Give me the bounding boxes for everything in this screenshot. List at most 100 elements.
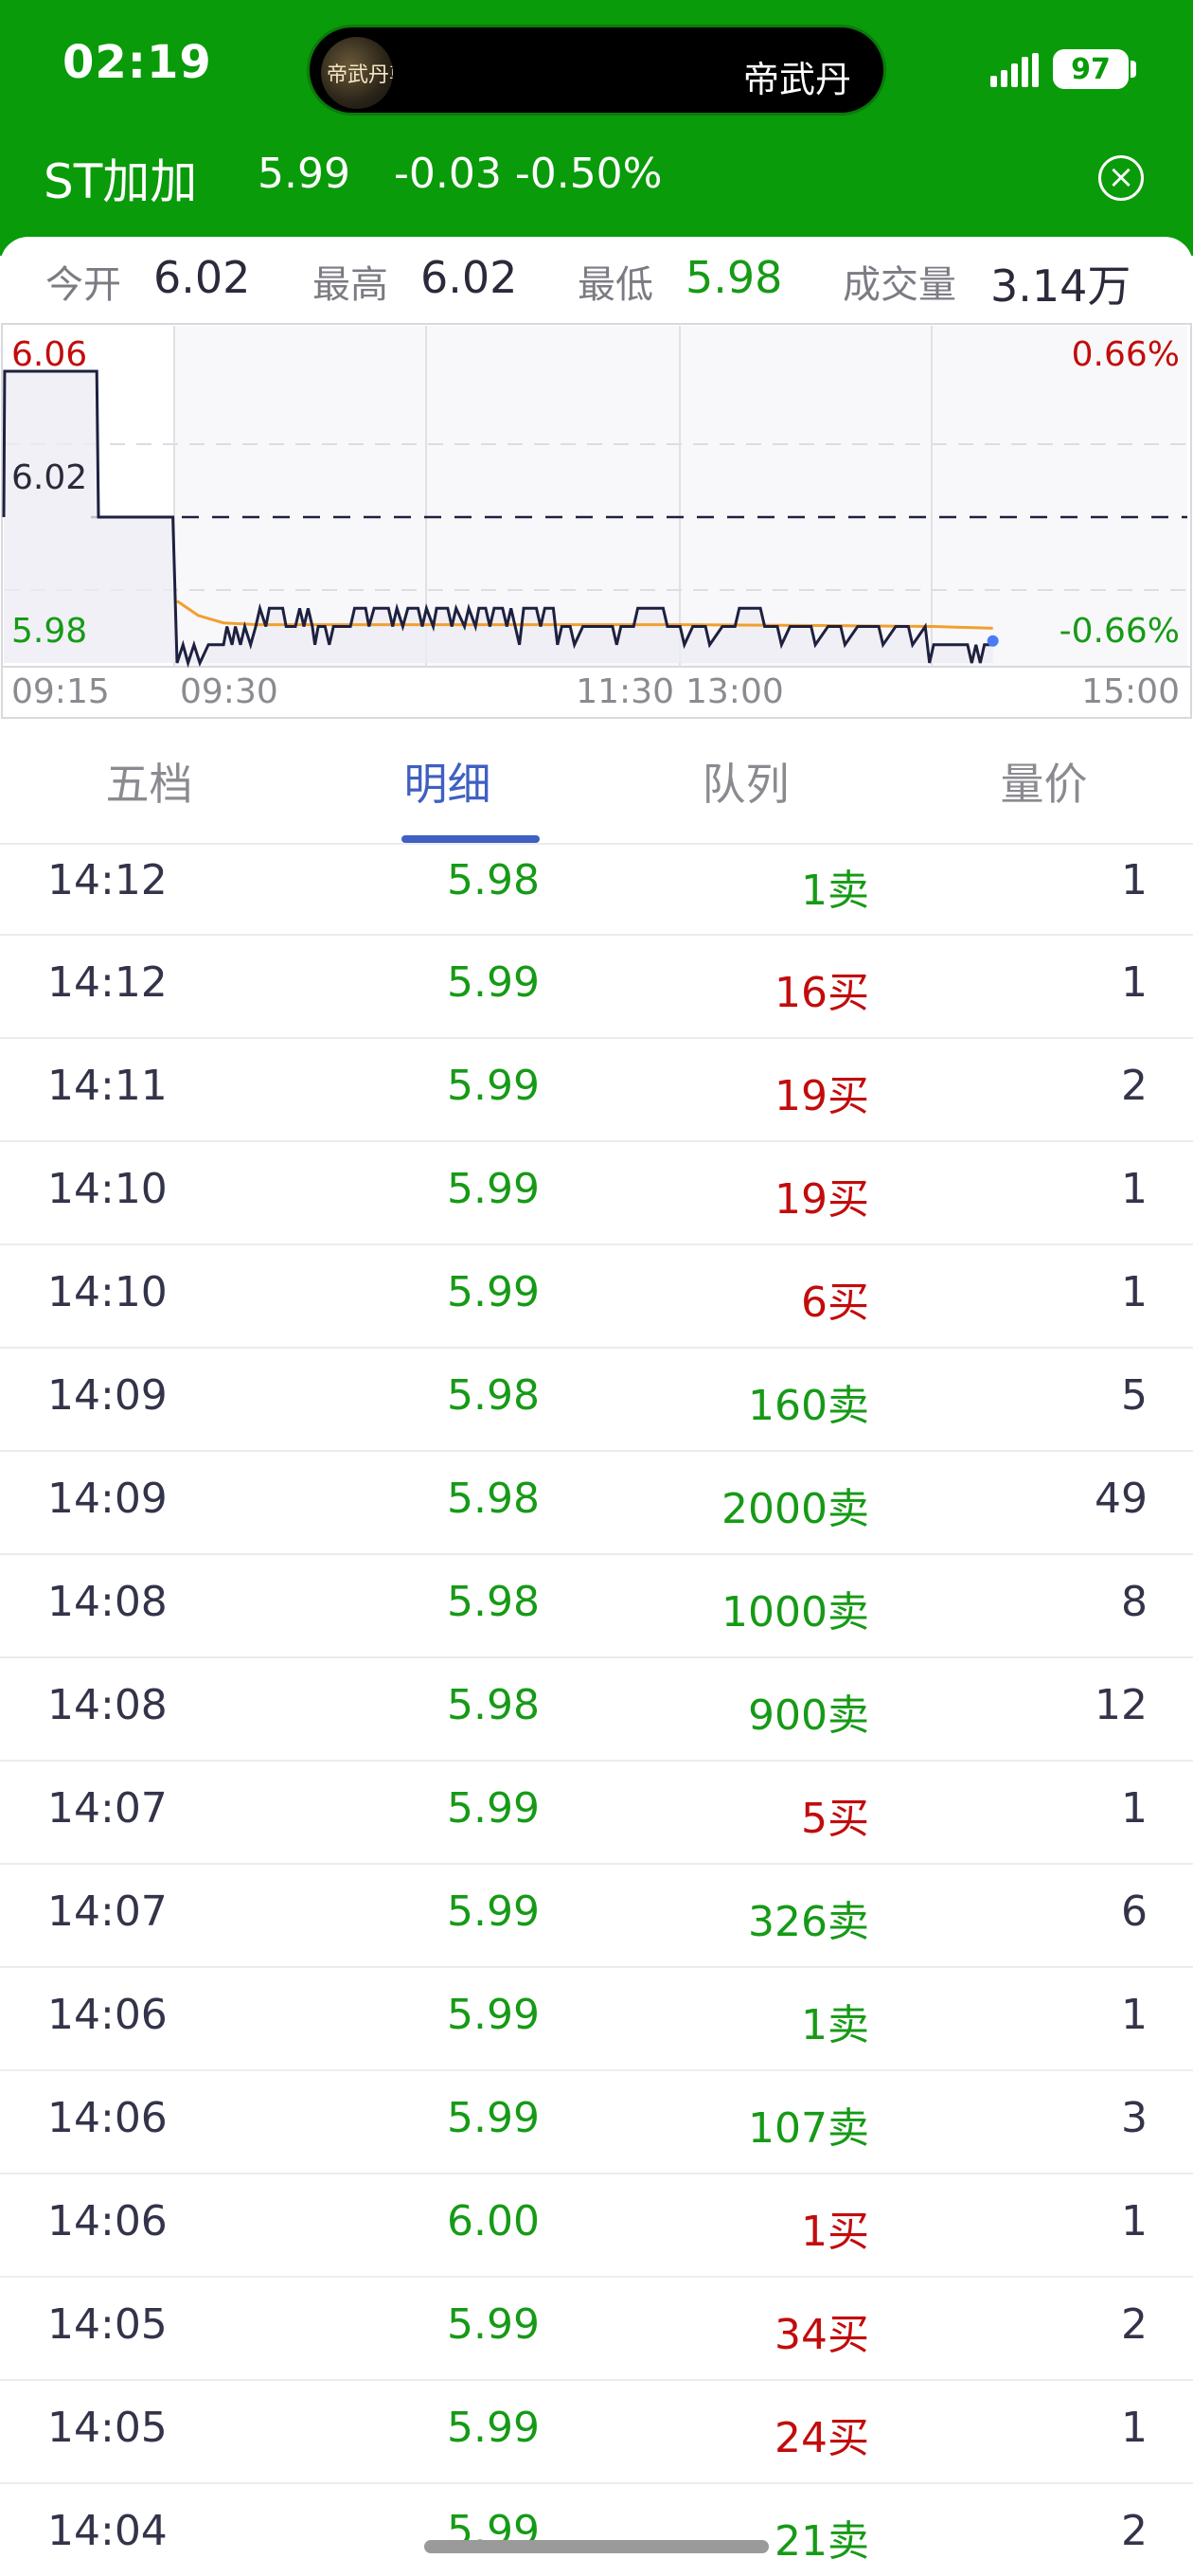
chart-ylabel-high: 6.06 <box>11 335 87 374</box>
trade-row: 14:06 5.99 107卖 3 <box>0 2071 1193 2174</box>
active-tab-indicator <box>401 835 540 843</box>
chart-ylabel-ref: 6.02 <box>11 458 87 497</box>
trade-time: 14:12 <box>47 958 168 1007</box>
trade-time: 14:10 <box>47 1165 168 1213</box>
trade-count: 8 <box>1121 1578 1148 1626</box>
trade-list[interactable]: 14:12 5.98 1卖 1 14:12 5.99 16买 1 14:11 5.99 19买 2 14… <box>0 845 1193 2576</box>
tab-details[interactable]: 明细 <box>298 750 596 813</box>
trade-count: 3 <box>1121 2094 1148 2142</box>
tab-queue[interactable]: 队列 <box>596 750 895 813</box>
stats-bar: 今开 6.02 最高 6.02 最低 5.98 成交量 3.14万 <box>0 244 1193 320</box>
trade-price: 5.98 <box>447 856 540 904</box>
trade-row: 14:08 5.98 900卖 12 <box>0 1658 1193 1762</box>
dynamic-island[interactable]: 帝武丹尊 帝武丹 <box>307 25 886 116</box>
trade-price: 5.99 <box>447 2094 540 2142</box>
trade-time: 14:09 <box>47 1371 168 1420</box>
trade-count: 49 <box>1095 1475 1148 1523</box>
trade-row: 14:06 6.00 1买 1 <box>0 2174 1193 2278</box>
chart-xlabel: 09:30 <box>180 672 278 711</box>
trade-volume: 160卖 <box>748 1382 869 1430</box>
trade-time: 14:12 <box>47 856 168 904</box>
trade-price: 5.99 <box>447 958 540 1007</box>
trade-price: 5.98 <box>447 1578 540 1626</box>
detail-tabs: 五档 明细 队列 量价 <box>0 739 1193 845</box>
close-circle-icon[interactable]: × <box>1098 155 1144 201</box>
trade-volume: 34买 <box>775 2311 869 2359</box>
trade-count: 1 <box>1121 1991 1148 2039</box>
trade-price: 5.99 <box>447 2300 540 2349</box>
battery-tip <box>1131 61 1136 78</box>
trade-row: 14:10 5.99 6买 1 <box>0 1245 1193 1349</box>
album-art-icon: 帝武丹尊 <box>321 37 393 109</box>
trade-volume: 1000卖 <box>721 1588 869 1637</box>
trade-price: 5.99 <box>447 1062 540 1110</box>
stat-value-low: 5.98 <box>686 252 783 303</box>
trade-volume: 16买 <box>775 969 869 1017</box>
tab-five-levels[interactable]: 五档 <box>0 750 298 813</box>
trade-volume: 24买 <box>775 2414 869 2462</box>
trade-row: 14:08 5.98 1000卖 8 <box>0 1555 1193 1658</box>
stat-label-high: 最高 <box>312 263 388 307</box>
chart-xlabel: 09:15 <box>11 672 110 711</box>
trade-count: 1 <box>1121 1268 1148 1316</box>
trade-price: 5.98 <box>447 1681 540 1729</box>
trade-volume: 5买 <box>801 1795 869 1843</box>
stock-price: 5.99 <box>258 150 350 198</box>
trade-price: 5.98 <box>447 1475 540 1523</box>
signal-icon <box>990 53 1039 87</box>
trade-count: 6 <box>1121 1887 1148 1936</box>
chart-ylabel-low: 5.98 <box>11 612 87 651</box>
stat-label-open: 今开 <box>45 263 121 307</box>
app-header: 02:19 帝武丹尊 帝武丹 97 ST加加 5.99 -0.03 -0.50%… <box>0 0 1193 256</box>
intraday-chart[interactable]: 6.06 6.02 5.98 0.66% -0.66% 09:15 09:30 11:30 13… <box>0 322 1193 720</box>
trade-time: 14:06 <box>47 2197 168 2245</box>
trade-row: 14:06 5.99 1卖 1 <box>0 1968 1193 2071</box>
trade-time: 14:07 <box>47 1784 168 1833</box>
trade-time: 14:04 <box>47 2507 168 2555</box>
trade-row: 14:05 5.99 24买 1 <box>0 2381 1193 2484</box>
trade-time: 14:09 <box>47 1475 168 1523</box>
trade-count: 1 <box>1121 1784 1148 1833</box>
trade-count: 1 <box>1121 1165 1148 1213</box>
stock-change: -0.03 -0.50% <box>394 150 663 198</box>
stat-label-volume: 成交量 <box>843 263 956 307</box>
trade-row: 14:11 5.99 19买 2 <box>0 1039 1193 1142</box>
stat-value-volume: 3.14万 <box>990 260 1131 312</box>
trade-price: 5.99 <box>447 1165 540 1213</box>
trade-volume: 326卖 <box>748 1898 869 1946</box>
trade-volume: 900卖 <box>748 1691 869 1740</box>
trade-volume: 19买 <box>775 1175 869 1224</box>
chart-ylabel-pct-high: 0.66% <box>1072 335 1180 374</box>
island-label: 帝武丹 <box>742 59 851 100</box>
trade-count: 5 <box>1121 1371 1148 1420</box>
trade-volume: 2000卖 <box>721 1485 869 1533</box>
trade-price: 5.99 <box>447 1268 540 1316</box>
trade-count: 2 <box>1121 2507 1148 2555</box>
trade-time: 14:08 <box>47 1578 168 1626</box>
battery-level: 97 <box>1071 53 1111 86</box>
stat-value-high: 6.02 <box>420 252 518 303</box>
trade-price: 5.98 <box>447 1371 540 1420</box>
trade-row: 14:09 5.98 2000卖 49 <box>0 1452 1193 1555</box>
home-indicator[interactable] <box>424 2540 769 2553</box>
trade-row: 14:10 5.99 19买 1 <box>0 1142 1193 1245</box>
status-time: 02:19 <box>62 36 212 89</box>
trade-row: 14:05 5.99 34买 2 <box>0 2278 1193 2381</box>
trade-count: 2 <box>1121 2300 1148 2349</box>
trade-price: 5.99 <box>447 1784 540 1833</box>
tab-volume-price[interactable]: 量价 <box>895 750 1193 813</box>
trade-volume: 6买 <box>801 1279 869 1327</box>
trade-volume: 1买 <box>801 2208 869 2256</box>
trade-row: 14:07 5.99 5买 1 <box>0 1762 1193 1865</box>
trade-price: 6.00 <box>447 2197 540 2245</box>
trade-volume: 21卖 <box>775 2517 869 2566</box>
trade-count: 1 <box>1121 958 1148 1007</box>
trade-volume: 107卖 <box>748 2104 869 2153</box>
trade-price: 5.99 <box>447 2404 540 2452</box>
chart-xlabel: 11:30 <box>576 672 674 711</box>
trade-count: 1 <box>1121 856 1148 904</box>
trade-row: 14:12 5.98 1卖 1 <box>0 845 1193 936</box>
stat-value-open: 6.02 <box>153 252 251 303</box>
intraday-chart-svg: 6.06 6.02 5.98 0.66% -0.66% 09:15 09:30 11:30 13… <box>0 322 1193 720</box>
trade-row: 14:09 5.98 160卖 5 <box>0 1349 1193 1452</box>
